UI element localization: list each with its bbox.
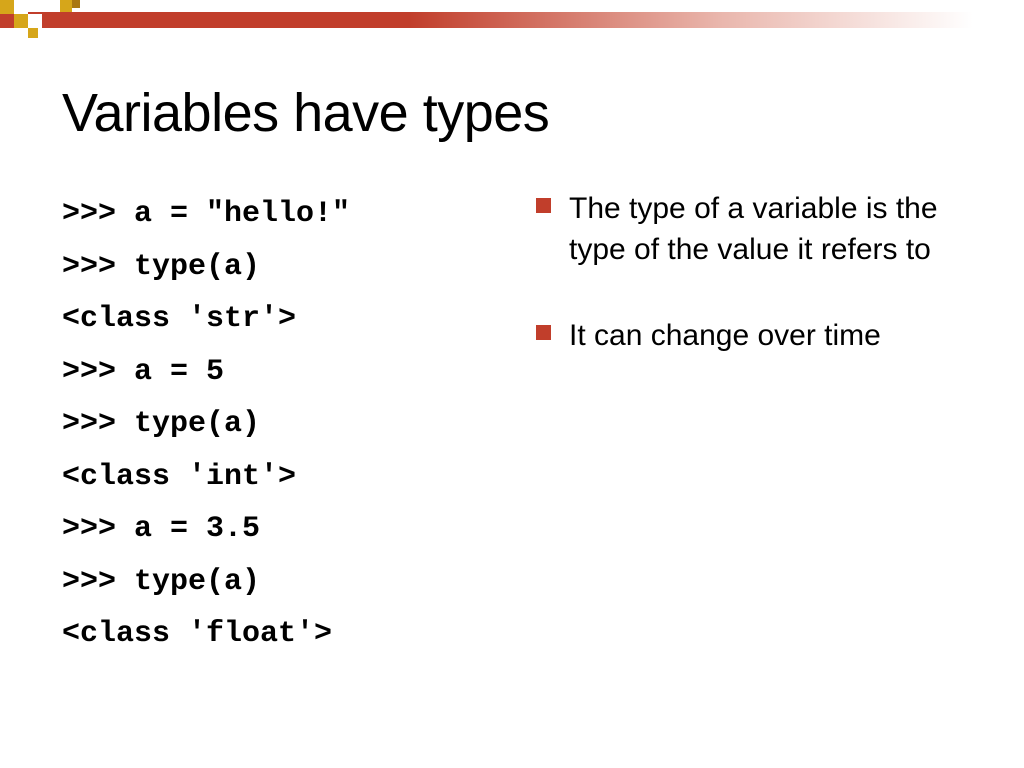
code-line: <class 'str'> bbox=[62, 293, 522, 346]
bullet-item: The type of a variable is the type of th… bbox=[536, 188, 984, 271]
top-gradient-stripe bbox=[0, 12, 1024, 28]
bullet-square-icon bbox=[536, 325, 551, 340]
code-line: >>> a = "hello!" bbox=[62, 188, 522, 241]
code-line: >>> type(a) bbox=[62, 556, 522, 609]
slide-content: >>> a = "hello!" >>> type(a) <class 'str… bbox=[0, 188, 1024, 661]
code-line: <class 'int'> bbox=[62, 451, 522, 504]
slide-title: Variables have types bbox=[62, 82, 1024, 144]
code-column: >>> a = "hello!" >>> type(a) <class 'str… bbox=[62, 188, 522, 661]
code-line: >>> type(a) bbox=[62, 241, 522, 294]
bullet-item: It can change over time bbox=[536, 315, 984, 356]
corner-pixel-decoration bbox=[0, 0, 80, 40]
bullet-text: It can change over time bbox=[569, 315, 881, 356]
code-line: <class 'float'> bbox=[62, 608, 522, 661]
bullet-column: The type of a variable is the type of th… bbox=[522, 188, 984, 661]
code-line: >>> type(a) bbox=[62, 398, 522, 451]
code-line: >>> a = 3.5 bbox=[62, 503, 522, 556]
bullet-text: The type of a variable is the type of th… bbox=[569, 188, 984, 271]
code-line: >>> a = 5 bbox=[62, 346, 522, 399]
bullet-square-icon bbox=[536, 198, 551, 213]
slide-top-bar bbox=[0, 0, 1024, 40]
